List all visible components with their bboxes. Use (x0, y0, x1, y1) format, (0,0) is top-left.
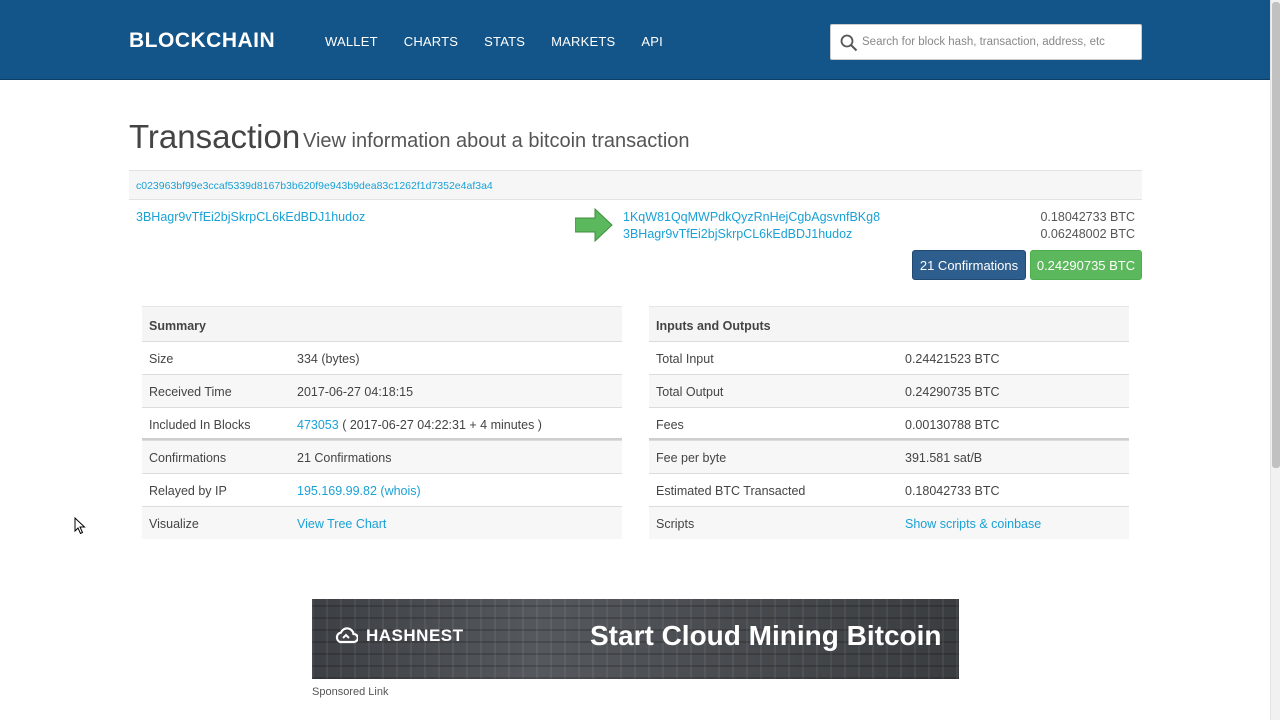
row-value: 0.24290735 BTC (905, 385, 1000, 399)
row-value: 473053 ( 2017-06-27 04:22:31 + 4 minutes… (297, 418, 542, 432)
row-label: Fee per byte (656, 451, 727, 465)
page-subtitle: View information about a bitcoin transac… (303, 130, 690, 152)
page-scrollbar[interactable] (1270, 0, 1280, 720)
io-heading: Inputs and Outputs (656, 319, 771, 333)
cloud-icon (335, 627, 358, 644)
nav-api[interactable]: API (628, 34, 676, 49)
row-label: Scripts (656, 517, 695, 531)
inputs-outputs-table: Inputs and Outputs Total Input 0.2442152… (649, 306, 1129, 539)
row-value: 0.18042733 BTC (905, 484, 1000, 498)
mouse-cursor-icon (74, 517, 86, 535)
row-value: 21 Confirmations (297, 451, 392, 465)
blockchain-logo[interactable]: BLOCKCHAIN (129, 29, 275, 53)
table-row: Total Output 0.24290735 BTC (649, 374, 1129, 407)
show-scripts-link[interactable]: Show scripts & coinbase (905, 517, 1041, 531)
row-label: Included In Blocks (149, 418, 251, 432)
total-btc-button[interactable]: 0.24290735 BTC (1030, 250, 1142, 280)
table-row: Total Input 0.24421523 BTC (649, 341, 1129, 374)
row-label: Total Output (656, 385, 724, 399)
output-address-link[interactable]: 1KqW81QqMWPdkQyzRnHejCgbAgsvnfBKg8 (623, 210, 880, 224)
scrollbar-thumb[interactable] (1272, 2, 1280, 468)
ad-tagline: Start Cloud Mining Bitcoin (590, 620, 942, 651)
summary-heading: Summary (149, 319, 206, 333)
sponsored-label: Sponsored Link (312, 686, 389, 698)
output-value: 0.18042733 BTC (1040, 210, 1135, 224)
row-value: 0.00130788 BTC (905, 418, 1000, 432)
right-arrow-icon (575, 208, 613, 242)
row-label: Received Time (149, 385, 232, 399)
output-address-link[interactable]: 3BHagr9vTfEi2bjSkrpCL6kEdBDJ1hudoz (623, 227, 852, 241)
table-row: Received Time 2017-06-27 04:18:15 (142, 374, 622, 407)
page-title: Transaction (129, 118, 301, 155)
output-value: 0.06248002 BTC (1040, 227, 1135, 241)
tx-hash-link[interactable]: c023963bf99e3ccaf5339d8167b3b620f9e943b9… (136, 180, 493, 192)
confirmations-button[interactable]: 21 Confirmations (912, 250, 1026, 280)
row-label: Total Input (656, 352, 714, 366)
table-row: Relayed by IP 195.169.99.82 (whois) (142, 473, 622, 506)
table-header: Summary (142, 306, 622, 341)
row-label: Visualize (149, 517, 199, 531)
row-value: 334 (bytes) (297, 352, 360, 366)
summary-table: Summary Size 334 (bytes) Received Time 2… (142, 306, 622, 539)
row-value: 2017-06-27 04:18:15 (297, 385, 414, 399)
table-row: Fee per byte 391.581 sat/B (649, 440, 1129, 473)
table-row: Confirmations 21 Confirmations (142, 440, 622, 473)
relayed-ip-link[interactable]: 195.169.99.82 (whois) (297, 484, 421, 498)
tx-hash-bar: c023963bf99e3ccaf5339d8167b3b620f9e943b9… (129, 170, 1142, 200)
row-label: Size (149, 352, 174, 366)
search-box (830, 24, 1142, 60)
block-link[interactable]: 473053 (297, 418, 339, 432)
row-label: Fees (656, 418, 684, 432)
row-label: Estimated BTC Transacted (656, 484, 806, 498)
view-tree-chart-link[interactable]: View Tree Chart (297, 517, 386, 531)
main-nav: WALLET CHARTS STATS MARKETS API (312, 34, 676, 49)
table-row: Fees 0.00130788 BTC (649, 407, 1129, 440)
nav-stats[interactable]: STATS (471, 34, 538, 49)
nav-markets[interactable]: MARKETS (538, 34, 628, 49)
search-input[interactable] (862, 26, 1138, 58)
nav-charts[interactable]: CHARTS (391, 34, 471, 49)
ad-brand: HASHNEST (334, 626, 464, 646)
table-row: Scripts Show scripts & coinbase (649, 506, 1129, 539)
row-value: 391.581 sat/B (905, 451, 983, 465)
table-header: Inputs and Outputs (649, 306, 1129, 341)
table-row: Included In Blocks 473053 ( 2017-06-27 0… (142, 407, 622, 440)
table-row: Estimated BTC Transacted 0.18042733 BTC (649, 473, 1129, 506)
nav-wallet[interactable]: WALLET (312, 34, 391, 49)
table-row: Size 334 (bytes) (142, 341, 622, 374)
row-label: Confirmations (149, 451, 227, 465)
table-row: Visualize View Tree Chart (142, 506, 622, 539)
ad-banner[interactable]: HASHNEST Start Cloud Mining Bitcoin (312, 599, 959, 679)
input-address-link[interactable]: 3BHagr9vTfEi2bjSkrpCL6kEdBDJ1hudoz (136, 210, 365, 224)
ad-brand-name: HASHNEST (366, 626, 464, 645)
row-value: 0.24421523 BTC (905, 352, 1000, 366)
block-time: ( 2017-06-27 04:22:31 + 4 minutes ) (338, 418, 542, 432)
top-navbar: BLOCKCHAIN WALLET CHARTS STATS MARKETS A… (0, 0, 1270, 80)
search-icon (840, 34, 858, 52)
row-label: Relayed by IP (149, 484, 227, 498)
